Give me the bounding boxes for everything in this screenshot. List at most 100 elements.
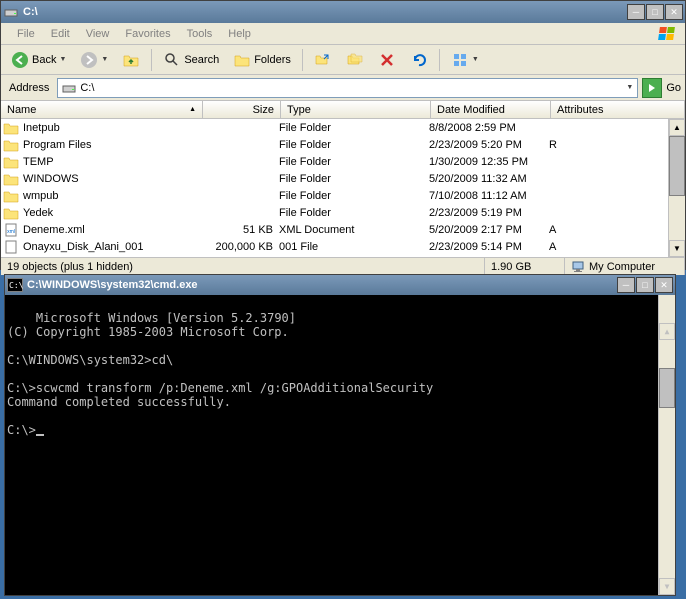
file-name: TEMP — [23, 156, 54, 168]
address-input[interactable]: C:\ ▼ — [57, 78, 638, 98]
column-name[interactable]: Name▲ — [1, 101, 203, 118]
scroll-up-button[interactable]: ▲ — [659, 323, 675, 340]
cmd-window-controls: ─ □ ✕ — [617, 277, 673, 293]
go-label: Go — [666, 82, 681, 94]
up-button[interactable] — [116, 47, 146, 73]
file-icon — [3, 240, 19, 254]
cmd-terminal[interactable]: Microsoft Windows [Version 5.2.3790] (C)… — [5, 295, 675, 595]
scroll-up-button[interactable]: ▲ — [669, 119, 685, 136]
cmd-title: C:\WINDOWS\system32\cmd.exe — [27, 279, 617, 291]
file-row[interactable]: xmlDeneme.xml51 KBXML Document5/20/2009 … — [1, 221, 685, 238]
menu-tools[interactable]: Tools — [179, 26, 221, 42]
file-type: File Folder — [279, 122, 429, 134]
copy-to-button[interactable] — [340, 47, 370, 73]
file-row[interactable]: Yedek File Folder2/23/2009 5:19 PM — [1, 204, 685, 221]
scroll-thumb[interactable] — [659, 368, 675, 408]
undo-button[interactable] — [404, 47, 434, 73]
file-attr: A — [549, 241, 683, 253]
menu-help[interactable]: Help — [220, 26, 259, 42]
file-type: File Folder — [279, 190, 429, 202]
move-to-button[interactable] — [308, 47, 338, 73]
file-row[interactable]: wmpub File Folder7/10/2008 11:12 AM — [1, 187, 685, 204]
file-row[interactable]: Onayxu_Disk_Alani_001200,000 KB001 File2… — [1, 238, 685, 255]
file-size: 51 KB — [201, 224, 279, 236]
drive-icon — [62, 81, 76, 95]
my-computer-icon — [571, 260, 585, 274]
chevron-down-icon: ▼ — [472, 56, 479, 63]
cmd-icon: C:\ — [7, 278, 23, 292]
cmd-close-button[interactable]: ✕ — [655, 277, 673, 293]
menu-edit[interactable]: Edit — [43, 26, 78, 42]
chevron-down-icon[interactable]: ▼ — [626, 84, 633, 91]
file-name: wmpub — [23, 190, 58, 202]
folders-button[interactable]: Folders — [227, 47, 297, 73]
file-type: File Folder — [279, 207, 429, 219]
status-location: My Computer — [565, 258, 685, 275]
views-icon — [451, 51, 469, 69]
menu-file[interactable]: File — [9, 26, 43, 42]
column-date[interactable]: Date Modified — [431, 101, 551, 118]
column-attributes[interactable]: Attributes — [551, 101, 685, 118]
move-to-icon — [314, 51, 332, 69]
close-button[interactable]: ✕ — [665, 4, 683, 20]
file-row[interactable]: TEMPFile Folder1/30/2009 12:35 PM — [1, 153, 685, 170]
cmd-titlebar[interactable]: C:\ C:\WINDOWS\system32\cmd.exe ─ □ ✕ — [5, 275, 675, 295]
status-objects: 19 objects (plus 1 hidden) — [1, 258, 485, 275]
column-type[interactable]: Type — [281, 101, 431, 118]
file-name: Deneme.xml — [23, 224, 85, 236]
scroll-down-button[interactable]: ▼ — [669, 240, 685, 257]
forward-button[interactable]: ▼ — [74, 47, 114, 73]
window-controls: ─ □ ✕ — [627, 4, 683, 20]
file-date: 5/20/2009 11:32 AM — [429, 173, 549, 185]
menu-view[interactable]: View — [78, 26, 118, 42]
menu-favorites[interactable]: Favorites — [117, 26, 178, 42]
delete-button[interactable] — [372, 47, 402, 73]
file-type: File Folder — [279, 139, 429, 151]
vertical-scrollbar[interactable]: ▲ ▼ — [668, 119, 685, 257]
maximize-button[interactable]: □ — [646, 4, 664, 20]
statusbar: 19 objects (plus 1 hidden) 1.90 GB My Co… — [1, 257, 685, 275]
file-date: 2/23/2009 5:19 PM — [429, 207, 549, 219]
file-row[interactable]: Program FilesFile Folder2/23/2009 5:20 P… — [1, 136, 685, 153]
folders-icon — [233, 51, 251, 69]
explorer-window: C:\ ─ □ ✕ File Edit View Favorites Tools… — [0, 0, 686, 270]
file-name: Inetpub — [23, 122, 60, 134]
file-pane: Name▲ Size Type Date Modified Attributes… — [1, 101, 685, 257]
copy-to-icon — [346, 51, 364, 69]
windows-logo-icon — [651, 24, 681, 44]
folders-label: Folders — [254, 54, 291, 66]
svg-text:xml: xml — [7, 229, 15, 235]
chevron-down-icon: ▼ — [101, 56, 108, 63]
cmd-scrollbar[interactable]: ▲ ▼ — [658, 295, 675, 595]
column-headers: Name▲ Size Type Date Modified Attributes — [1, 101, 685, 119]
search-button[interactable]: Search — [157, 47, 225, 73]
column-size[interactable]: Size — [203, 101, 281, 118]
file-name: Yedek — [23, 207, 53, 219]
back-arrow-icon — [11, 51, 29, 69]
separator — [302, 49, 303, 71]
status-size: 1.90 GB — [485, 258, 565, 275]
undo-icon — [410, 51, 428, 69]
scroll-down-button[interactable]: ▼ — [659, 578, 675, 595]
folder-icon — [3, 155, 19, 169]
folder-icon — [3, 172, 19, 186]
file-row[interactable]: InetpubFile Folder8/8/2008 2:59 PM — [1, 119, 685, 136]
minimize-button[interactable]: ─ — [627, 4, 645, 20]
explorer-titlebar[interactable]: C:\ ─ □ ✕ — [1, 1, 685, 23]
views-button[interactable]: ▼ — [445, 47, 485, 73]
folder-up-icon — [122, 51, 140, 69]
file-type: File Folder — [279, 173, 429, 185]
file-row[interactable]: WINDOWS File Folder5/20/2009 11:32 AM — [1, 170, 685, 187]
cmd-maximize-button[interactable]: □ — [636, 277, 654, 293]
file-name: Program Files — [23, 139, 91, 151]
drive-icon — [3, 4, 19, 20]
file-date: 7/10/2008 11:12 AM — [429, 190, 549, 202]
folder-icon — [3, 121, 19, 135]
file-name: WINDOWS — [23, 173, 79, 185]
file-type: 001 File — [279, 241, 429, 253]
separator — [151, 49, 152, 71]
scroll-thumb[interactable] — [669, 136, 685, 196]
cmd-minimize-button[interactable]: ─ — [617, 277, 635, 293]
go-button[interactable] — [642, 78, 662, 98]
back-button[interactable]: Back ▼ — [5, 47, 72, 73]
